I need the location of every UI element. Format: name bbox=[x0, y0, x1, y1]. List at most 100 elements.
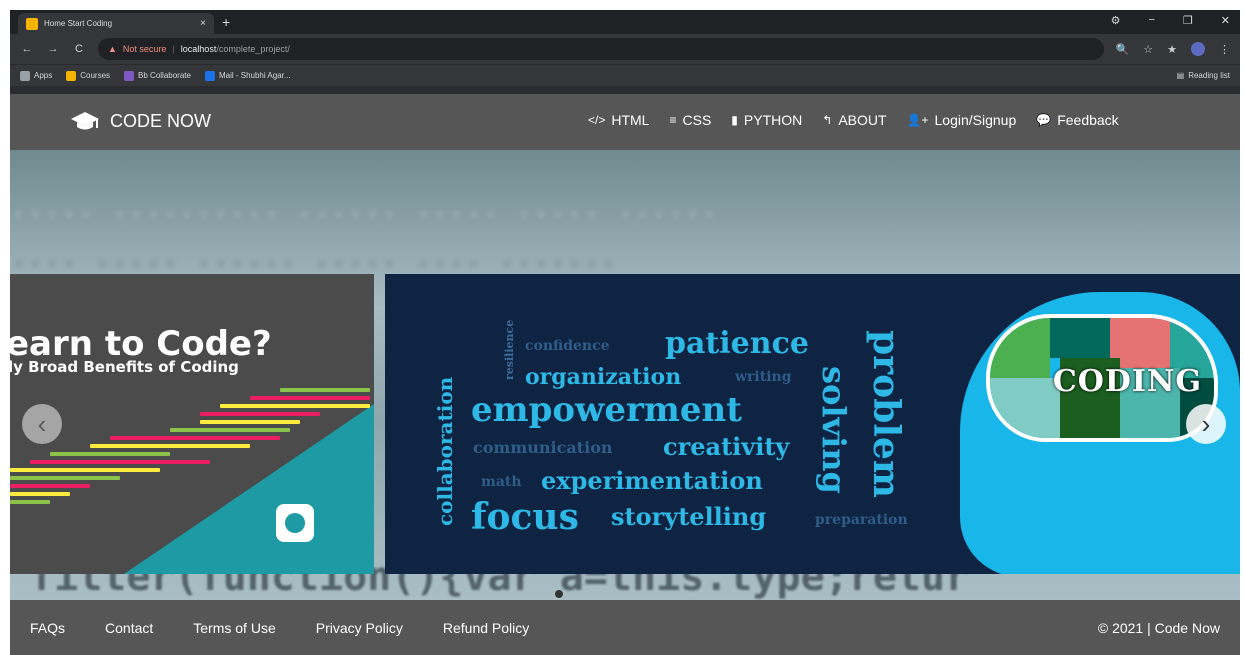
tab-bar: Home Start Coding × + ⚙ − ❐ ✕ bbox=[10, 10, 1240, 34]
code-bar bbox=[90, 444, 250, 448]
mail-icon bbox=[204, 70, 215, 81]
code-icon: </> bbox=[588, 113, 606, 127]
code-bar bbox=[250, 396, 370, 400]
nav-label: Login/Signup bbox=[934, 112, 1017, 128]
nav-label: PYTHON bbox=[743, 112, 803, 128]
security-label[interactable]: Not secure bbox=[123, 44, 167, 54]
code-bar bbox=[10, 500, 50, 504]
file-icon: ▮ bbox=[731, 113, 738, 127]
code-bar bbox=[200, 420, 300, 424]
nav-html[interactable]: </> HTML bbox=[588, 112, 649, 128]
reading-list-icon: ▤ bbox=[1176, 71, 1185, 80]
settings-gear-icon[interactable]: ⚙ bbox=[1111, 14, 1121, 27]
address-bar[interactable]: ▲ Not secure | localhost/complete_projec… bbox=[98, 38, 1104, 60]
bookmark-label: Apps bbox=[34, 71, 53, 80]
tab-title: Home Start Coding bbox=[44, 19, 113, 28]
brand-logo[interactable]: CODE NOW bbox=[70, 110, 211, 132]
browser-window: Home Start Coding × + ⚙ − ❐ ✕ ← → C ▲ No… bbox=[10, 10, 1240, 655]
footer-links: FAQs Contact Terms of Use Privacy Policy… bbox=[30, 620, 529, 636]
window-controls: ⚙ − ❐ ✕ bbox=[1111, 14, 1230, 27]
nav-label: CSS bbox=[682, 112, 712, 128]
mosaic-tile bbox=[990, 378, 1060, 438]
carousel-indicators bbox=[555, 590, 563, 598]
chat-bubbles-icon: 💬 bbox=[1036, 113, 1052, 127]
back-button[interactable]: ← bbox=[20, 43, 34, 55]
close-window-button[interactable]: ✕ bbox=[1221, 14, 1230, 27]
nav-css[interactable]: ≡ CSS bbox=[669, 112, 711, 128]
profile-avatar[interactable] bbox=[1191, 42, 1205, 56]
slide-word-cloud: resilience confidence patience organizat… bbox=[385, 274, 1240, 574]
favicon-icon bbox=[26, 17, 38, 30]
site-footer: FAQs Contact Terms of Use Privacy Policy… bbox=[10, 600, 1240, 655]
word-math: math bbox=[481, 474, 522, 490]
browser-tab[interactable]: Home Start Coding × bbox=[18, 13, 214, 34]
word-organization: organization bbox=[525, 364, 682, 390]
nav-python[interactable]: ▮ PYTHON bbox=[731, 112, 802, 128]
apps-grid-icon bbox=[20, 70, 30, 81]
url-host: localhost bbox=[180, 44, 217, 54]
word-collaboration: collaboration bbox=[433, 376, 457, 526]
bookmarks-bar: Apps Courses Bb Collaborate Mail - Shubh… bbox=[10, 64, 1240, 86]
bookmark-label: Bb Collaborate bbox=[138, 71, 191, 80]
extensions-icon[interactable]: ★ bbox=[1167, 43, 1177, 56]
code-bar bbox=[200, 412, 320, 416]
footer-link-refund[interactable]: Refund Policy bbox=[443, 620, 529, 636]
search-icon[interactable]: 🔍 bbox=[1116, 43, 1130, 56]
code-bar bbox=[10, 484, 90, 488]
footer-link-privacy[interactable]: Privacy Policy bbox=[316, 620, 403, 636]
bookmark-label: Mail - Shubhi Agar... bbox=[218, 71, 291, 80]
warning-icon: ▲ bbox=[108, 44, 117, 54]
code-bar bbox=[280, 388, 370, 392]
minimize-button[interactable]: − bbox=[1148, 14, 1154, 27]
maximize-button[interactable]: ❐ bbox=[1183, 14, 1193, 27]
background-code-blur-2: .... ..... ...... ..... .... ....... bbox=[10, 240, 617, 273]
reload-button[interactable]: C bbox=[72, 43, 86, 55]
bookmark-collaborate[interactable]: Bb Collaborate bbox=[124, 70, 191, 81]
mosaic-tile bbox=[1050, 318, 1110, 358]
site-navbar: CODE NOW </> HTML ≡ CSS ▮ PYTHON ↰ ABOUT… bbox=[10, 94, 1240, 150]
coding-label: CODING bbox=[1052, 364, 1202, 399]
mosaic-tile bbox=[990, 318, 1050, 378]
word-experimentation: experimentation bbox=[541, 466, 763, 495]
slide-subtitle: ly Broad Benefits of Coding bbox=[10, 358, 239, 376]
bookmark-mail[interactable]: Mail - Shubhi Agar... bbox=[204, 70, 291, 81]
nav-login-signup[interactable]: 👤+ Login/Signup bbox=[907, 112, 1017, 128]
turn-arrow-icon: ↰ bbox=[822, 113, 833, 127]
url-divider: | bbox=[172, 44, 175, 54]
shield-logo-icon bbox=[276, 504, 314, 542]
word-communication: communication bbox=[473, 438, 613, 457]
forward-button[interactable]: → bbox=[46, 43, 60, 55]
background-code-blur: ..... .......... ...... ..... ..... ....… bbox=[10, 190, 719, 223]
nav-about[interactable]: ↰ ABOUT bbox=[822, 112, 886, 128]
footer-link-faqs[interactable]: FAQs bbox=[30, 620, 65, 636]
footer-link-contact[interactable]: Contact bbox=[105, 620, 153, 636]
bookmark-star-icon[interactable]: ☆ bbox=[1143, 43, 1153, 56]
word-resilience: resilience bbox=[503, 319, 516, 380]
nav-label: HTML bbox=[611, 112, 650, 128]
code-bar bbox=[10, 468, 160, 472]
close-tab-icon[interactable]: × bbox=[200, 18, 206, 29]
word-problem: problem bbox=[865, 330, 907, 498]
collaborate-icon bbox=[124, 70, 135, 81]
nav-feedback[interactable]: 💬 Feedback bbox=[1036, 112, 1118, 128]
footer-link-terms[interactable]: Terms of Use bbox=[193, 620, 275, 636]
nav-label: ABOUT bbox=[838, 112, 887, 128]
code-bar bbox=[30, 460, 210, 464]
word-writing: writing bbox=[735, 369, 792, 385]
code-bar bbox=[50, 452, 170, 456]
carousel-indicator[interactable] bbox=[555, 590, 563, 598]
bookmark-apps[interactable]: Apps bbox=[20, 70, 53, 81]
word-preparation: preparation bbox=[815, 512, 908, 528]
brand-name: CODE NOW bbox=[110, 110, 211, 131]
css3-icon: ≡ bbox=[669, 113, 677, 127]
code-bar bbox=[220, 404, 370, 408]
new-tab-button[interactable]: + bbox=[222, 13, 230, 31]
carousel-prev-button[interactable]: ‹ bbox=[22, 404, 62, 444]
graduation-cap-icon bbox=[70, 110, 100, 132]
bookmark-courses[interactable]: Courses bbox=[66, 70, 110, 81]
reading-list-button[interactable]: ▤ Reading list bbox=[1177, 71, 1230, 80]
menu-icon[interactable]: ⋮ bbox=[1219, 43, 1230, 56]
carousel-next-button[interactable]: › bbox=[1186, 404, 1226, 444]
copyright-text: © 2021 | Code Now bbox=[1097, 619, 1220, 636]
hero-carousel: ..... .......... ...... ..... ..... ....… bbox=[10, 150, 1240, 600]
